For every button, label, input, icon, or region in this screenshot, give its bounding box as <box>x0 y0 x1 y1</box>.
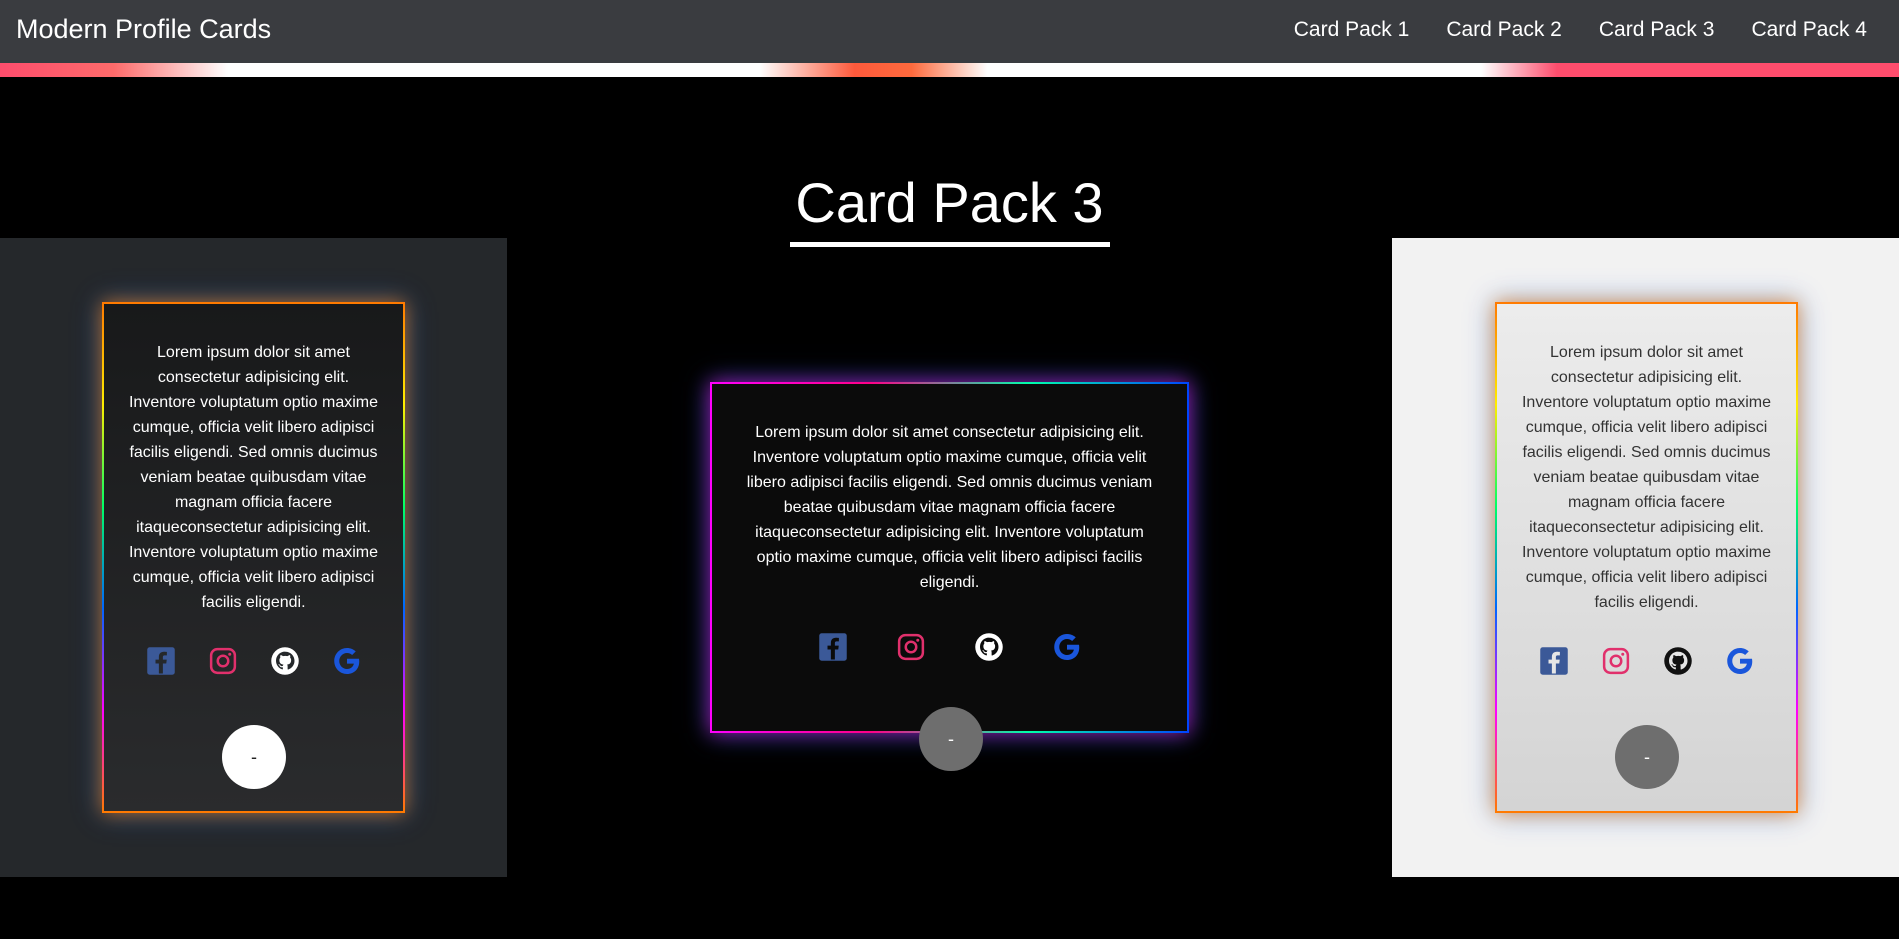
profile-card-center: Lorem ipsum dolor sit amet consectetur a… <box>710 382 1189 771</box>
top-nav: Card Pack 1 Card Pack 2 Card Pack 3 Card… <box>1294 18 1867 42</box>
google-icon[interactable] <box>1051 631 1083 663</box>
card-text: Lorem ipsum dolor sit amet consectetur a… <box>128 344 378 611</box>
card-text: Lorem ipsum dolor sit amet consectetur a… <box>746 424 1153 591</box>
profile-card-light: Lorem ipsum dolor sit amet consectetur a… <box>1495 302 1798 813</box>
social-icons <box>1519 645 1774 677</box>
facebook-icon[interactable] <box>1538 645 1570 677</box>
google-icon[interactable] <box>1724 645 1756 677</box>
card-text: Lorem ipsum dolor sit amet consectetur a… <box>1521 344 1771 611</box>
github-icon[interactable] <box>1662 645 1694 677</box>
social-icons <box>746 631 1153 663</box>
github-icon[interactable] <box>269 645 301 677</box>
nav-card-pack-2[interactable]: Card Pack 2 <box>1446 18 1562 42</box>
instagram-icon[interactable] <box>895 631 927 663</box>
google-icon[interactable] <box>331 645 363 677</box>
nav-card-pack-4[interactable]: Card Pack 4 <box>1751 18 1867 42</box>
brand-title[interactable]: Modern Profile Cards <box>16 14 271 45</box>
instagram-icon[interactable] <box>1600 645 1632 677</box>
nav-card-pack-3[interactable]: Card Pack 3 <box>1599 18 1715 42</box>
nav-card-pack-1[interactable]: Card Pack 1 <box>1294 18 1410 42</box>
card-toggle-button[interactable]: - <box>222 725 286 789</box>
title-underline <box>790 242 1110 247</box>
facebook-icon[interactable] <box>817 631 849 663</box>
card-toggle-button[interactable]: - <box>1615 725 1679 789</box>
github-icon[interactable] <box>973 631 1005 663</box>
instagram-icon[interactable] <box>207 645 239 677</box>
profile-card-dark: Lorem ipsum dolor sit amet consectetur a… <box>102 302 405 813</box>
facebook-icon[interactable] <box>145 645 177 677</box>
page-title: Card Pack 3 <box>795 171 1104 234</box>
card-toggle-button[interactable]: - <box>919 707 983 771</box>
top-header: Modern Profile Cards Card Pack 1 Card Pa… <box>0 0 1899 77</box>
social-icons <box>126 645 381 677</box>
